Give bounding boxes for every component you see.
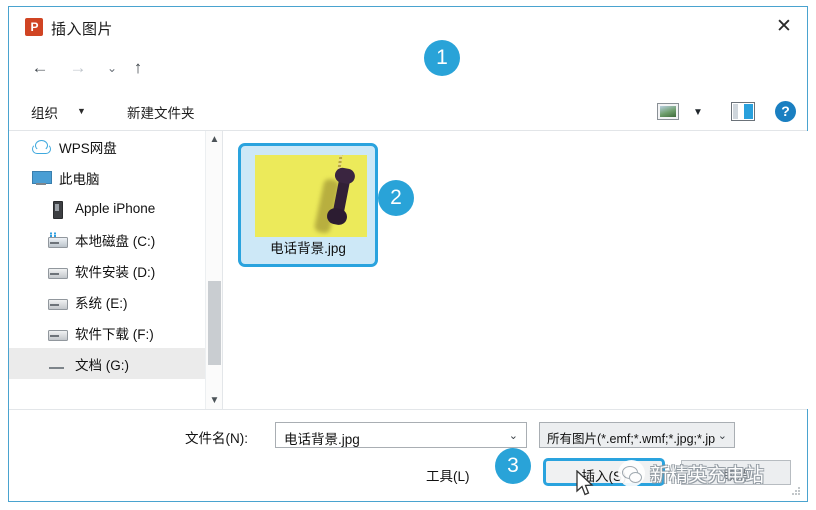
organize-button[interactable]: 组织 (31, 102, 58, 122)
filename-field[interactable]: 电话背景.jpg ⌄ (275, 422, 527, 448)
filter-chevron-down-icon[interactable]: ⌄ (718, 429, 727, 442)
sidebar-scrollbar[interactable]: ▲ ▼ (205, 131, 222, 409)
view-icon[interactable] (657, 103, 679, 120)
help-icon[interactable]: ? (775, 101, 796, 122)
insert-picture-dialog: P 插入图片 ✕ ← → ⌄ ↑ « 素材文件 › 第10章 ⌄ ↻ (8, 6, 808, 502)
sidebar-item-documents-g[interactable]: 文档 (G:) (9, 348, 214, 379)
navigation-pane: WPS网盘 此电脑 Apple iPhone 本地磁盘 (C:) 软件安装 (D… (9, 131, 214, 409)
navigation-bar: ← → ⌄ ↑ « 素材文件 › 第10章 ⌄ ↻ 搜索"第10章" ⅈ (9, 47, 807, 121)
filename-label: 文件名(N): (185, 431, 248, 446)
scroll-up-icon[interactable]: ▲ (206, 131, 223, 148)
tools-button[interactable]: 工具(L) (426, 465, 470, 485)
view-chevron-down-icon[interactable]: ▼ (693, 107, 703, 118)
mouse-cursor (576, 469, 596, 503)
dialog-title: 插入图片 (51, 21, 114, 38)
watermark-text: 新精英充电站 (650, 465, 765, 486)
sidebar-item-apple-iphone[interactable]: Apple iPhone (9, 193, 214, 224)
annotation-badge-3: 3 (495, 448, 531, 484)
sidebar-item-system-e[interactable]: 系统 (E:) (9, 286, 214, 317)
powerpoint-icon: P (25, 18, 43, 36)
title-bar: P 插入图片 ✕ (9, 7, 807, 47)
file-item-selected[interactable]: 电话背景.jpg (238, 143, 378, 267)
command-toolbar: 组织 ▼ 新建文件夹 ▼ ? (9, 91, 807, 131)
dialog-footer: 文件名(N): 电话背景.jpg ⌄ 所有图片(*.emf;*.wmf;*.jp… (9, 409, 807, 501)
sidebar-item-label: 软件安装 (D:) (75, 264, 156, 280)
new-folder-button[interactable]: 新建文件夹 (127, 102, 195, 122)
chevron-down-icon[interactable]: ▼ (77, 106, 86, 116)
scroll-down-icon[interactable]: ▼ (206, 392, 223, 409)
phone-icon (47, 200, 67, 219)
resize-grip[interactable] (791, 486, 801, 496)
sidebar-item-label: 本地磁盘 (C:) (75, 233, 156, 249)
sidebar-item-software-download-f[interactable]: 软件下载 (F:) (9, 317, 214, 348)
sidebar-item-label: 此电脑 (59, 171, 100, 187)
drive-icon (47, 262, 68, 280)
monitor-icon (31, 169, 52, 187)
back-icon[interactable]: ← (29, 57, 51, 79)
forward-icon[interactable]: → (67, 57, 89, 79)
sidebar-item-wps-cloud[interactable]: WPS网盘 (9, 131, 214, 162)
sidebar-item-label: WPS网盘 (59, 140, 117, 156)
screenshot-root: P 插入图片 ✕ ← → ⌄ ↑ « 素材文件 › 第10章 ⌄ ↻ (0, 0, 816, 510)
recent-locations-icon[interactable]: ⌄ (101, 57, 123, 79)
sidebar-item-label: 文档 (G:) (75, 357, 129, 373)
drive-c-icon (47, 231, 68, 249)
filename-chevron-down-icon[interactable]: ⌄ (509, 429, 518, 442)
drive-icon (47, 324, 68, 342)
file-thumbnail (255, 155, 367, 237)
filename-value[interactable]: 电话背景.jpg (284, 428, 360, 448)
sidebar-item-label: 软件下载 (F:) (75, 326, 154, 342)
sidebar-item-label: 系统 (E:) (75, 295, 128, 311)
close-icon[interactable]: ✕ (771, 15, 797, 39)
watermark: 新精英充电站 (618, 460, 764, 487)
wechat-logo-icon (618, 460, 645, 487)
sidebar-item-software-install-d[interactable]: 软件安装 (D:) (9, 255, 214, 286)
file-list-pane: 电话背景.jpg (222, 131, 808, 409)
drive-icon (47, 293, 68, 311)
preview-pane-icon[interactable] (731, 102, 755, 121)
cloud-icon (31, 138, 51, 156)
annotation-badge-1: 1 (424, 40, 460, 76)
sidebar-item-local-disk-c[interactable]: 本地磁盘 (C:) (9, 224, 214, 255)
file-name-label: 电话背景.jpg (270, 241, 346, 256)
sidebar-item-this-pc[interactable]: 此电脑 (9, 162, 214, 193)
file-type-filter[interactable]: 所有图片(*.emf;*.wmf;*.jpg;*.jp ⌄ (539, 422, 735, 448)
scrollbar-thumb[interactable] (208, 281, 221, 365)
file-type-value: 所有图片(*.emf;*.wmf;*.jpg;*.jp (547, 432, 715, 446)
annotation-badge-2: 2 (378, 180, 414, 216)
sidebar-item-label: Apple iPhone (75, 201, 156, 216)
doc-drive-icon (47, 355, 67, 373)
up-one-level-icon[interactable]: ↑ (127, 57, 149, 79)
